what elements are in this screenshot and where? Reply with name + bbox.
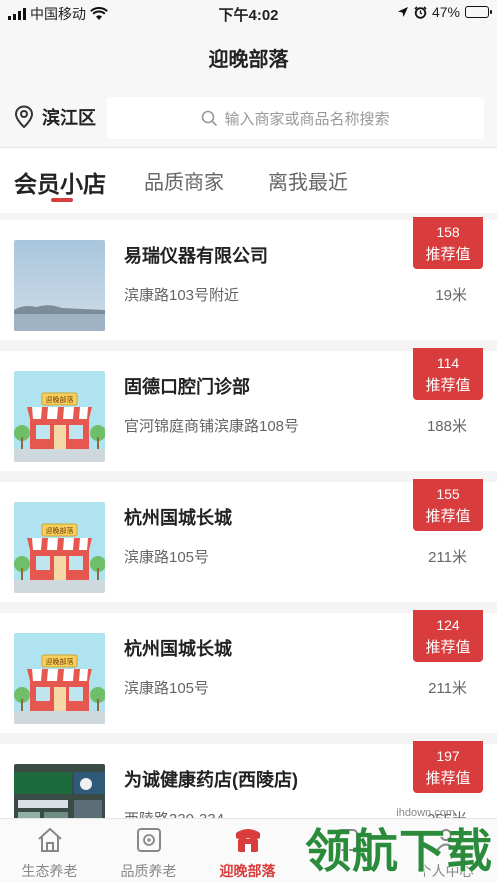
recommend-label: 推荐值 [425,770,471,787]
store-thumbnail [14,240,105,331]
store-name: 易瑞仪器有限公司 [124,246,268,266]
tabbar-item-yingwan-tribe[interactable]: 迎晚部落 [198,819,297,883]
store-thumbnail: 迎晚部落 [14,633,105,724]
store-distance: 19米 [435,287,467,304]
store-card[interactable]: 迎晚部落 固德口腔门诊部官河锦庭商铺滨康路108号 188米 114 推荐值 [0,348,497,471]
status-bar: 中国移动 下午4:02 47% [0,0,497,26]
battery-percent: 47% [431,4,460,20]
page-title: 迎晚部落 [208,49,289,71]
recommend-badge: 158 推荐值 [413,217,483,269]
tabbar-item-quality-care[interactable]: 品质养老 [99,819,198,883]
recommend-score: 124 [436,617,460,633]
tabbar-item-profile[interactable]: 个人中心 [396,819,495,883]
store-distance: 211米 [428,680,467,697]
house-icon [38,827,62,852]
alarm-icon [414,5,427,19]
tabbar-label: 品质养老 [120,863,177,879]
store-thumbnail [14,764,105,818]
bottom-tab-bar: 生态养老 品质养老 迎晚部落 个人中心 [0,818,497,883]
location-arrow-icon [397,7,408,17]
search-input[interactable]: 输入商家或商品名称搜索 [107,97,484,139]
recommend-badge: 124 推荐值 [413,610,483,662]
store-photo [14,240,105,331]
store-name: 固德口腔门诊部 [124,377,250,397]
store-thumbnail: 迎晚部落 [14,502,105,593]
recommend-label: 推荐值 [425,246,471,263]
recommend-score: 197 [436,748,460,764]
store-address: 滨康路105号 [124,680,210,697]
tabbar-item-eco-care[interactable]: 生态养老 [0,819,99,883]
recommend-badge: 114 推荐值 [413,348,483,400]
recommend-score: 155 [436,486,460,502]
store-name: 为诚健康药店(西陵店) [124,770,298,790]
store-distance: 255米 [427,808,467,818]
shop-illustration: 迎晚部落 [14,502,105,593]
tabbar-label: 个人中心 [417,863,474,879]
store-name: 杭州国城长城 [124,508,232,528]
recommend-score: 114 [436,355,460,371]
person-icon [435,829,457,853]
tabbar-label: 生态养老 [21,863,78,879]
recommend-label: 推荐值 [425,377,471,394]
tabbar-item-4[interactable] [297,819,396,883]
store-card[interactable]: 迎晚部落 杭州国城长城 滨康路105号 211米 124 推荐值 [0,610,497,733]
shop-sign-text: 迎晚部落 [46,526,74,535]
location-pin-icon [14,105,34,129]
store-address: 滨康路105号 [124,549,210,566]
store-card[interactable]: 迎晚部落 杭州国城长城 滨康路105号 211米 155 推荐值 [0,479,497,602]
recommend-label: 推荐值 [425,508,471,525]
active-tab-indicator [51,198,73,202]
store-list[interactable]: 易瑞仪器有限公司 滨康路103号附近 19米 158 推荐值 迎晚部落 固德口腔门诊部 官河锦… [0,213,497,818]
shop-illustration: 迎晚部落 [14,633,105,724]
store-distance: 188米 [426,418,467,435]
recommend-badge: 155 推荐值 [413,479,483,531]
tab-member-shops[interactable]: 会员小店 [14,165,106,199]
recommend-badge: 197 推荐值 [413,741,483,793]
store-photo [14,764,105,818]
nav-header: 迎晚部落 [0,26,497,88]
shop-sign-text: 迎晚部落 [46,657,74,666]
store-name: 杭州国城长城 [124,639,232,659]
search-icon [202,110,218,126]
category-tabs: 会员小店 品质商家 离我最近 [0,147,497,213]
location-label: 滨江区 [42,108,96,128]
status-right: 47% [397,4,492,20]
location-selector[interactable]: 滨江区 [14,104,96,130]
recommend-label: 推荐值 [425,639,471,656]
shop-illustration: 迎晚部落 [14,371,105,462]
store-card[interactable]: 易瑞仪器有限公司 滨康路103号附近 19米 158 推荐值 [0,217,497,340]
tabbar-label: 迎晚部落 [219,863,276,879]
shop-sign-text: 迎晚部落 [46,395,74,404]
store-icon [236,829,260,852]
tab-icon [336,829,358,851]
tab-nearest[interactable]: 离我最近 [268,166,348,195]
store-address: 官河锦庭商铺滨康路108号 [124,418,300,435]
store-thumbnail: 迎晚部落 [14,371,105,462]
coupon-icon [137,828,161,852]
recommend-score: 158 [436,224,460,240]
store-distance: 211米 [428,549,467,566]
store-address: 西陵路330-334 [124,808,224,818]
battery-icon [465,6,492,18]
search-placeholder: 输入商家或商品名称搜索 [224,110,390,128]
store-address: 滨康路103号附近 [124,287,240,304]
tab-quality-merchants[interactable]: 品质商家 [144,166,224,195]
store-card[interactable]: 为诚健康药店(西陵店) 西陵路330-334 255米 197 推荐值 [0,741,497,818]
search-row: 滨江区 输入商家或商品名称搜索 [0,88,497,146]
